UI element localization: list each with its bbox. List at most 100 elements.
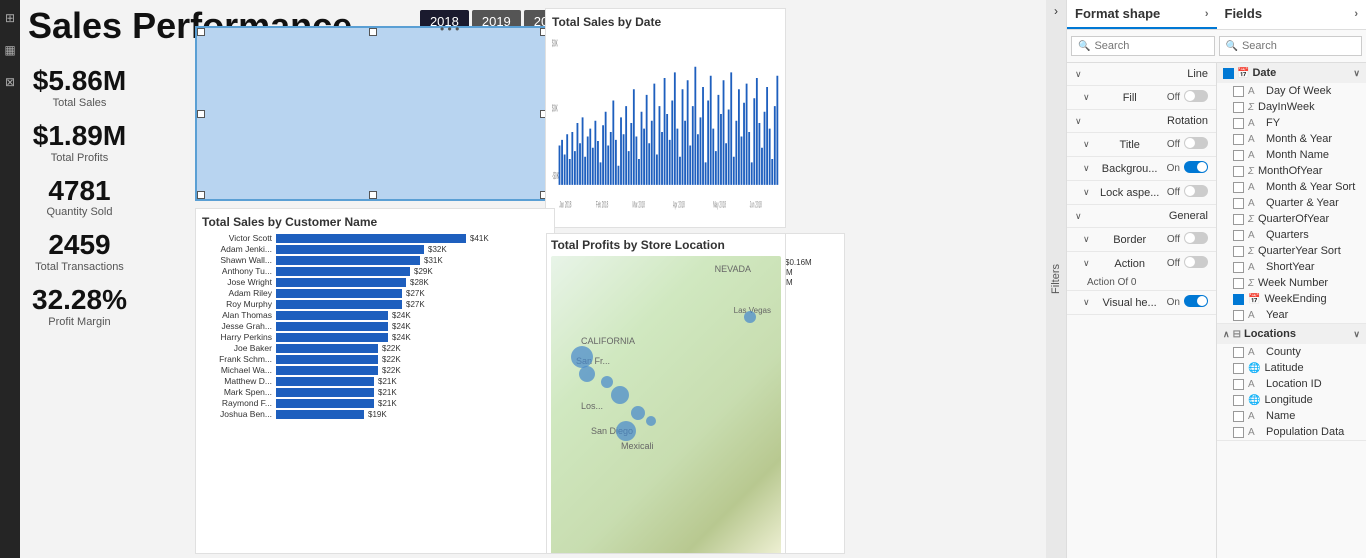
filters-panel[interactable]: › Filters <box>1046 0 1066 558</box>
field-county[interactable]: A County <box>1217 344 1366 360</box>
field-monthofyear[interactable]: Σ MonthOfYear <box>1217 163 1366 179</box>
format-section-rotation-header[interactable]: ∨ Rotation <box>1067 110 1216 132</box>
latitude-checkbox[interactable] <box>1233 363 1244 374</box>
field-quarters[interactable]: A Quarters <box>1217 227 1366 243</box>
format-search-input[interactable] <box>1094 40 1184 52</box>
dayinweek-checkbox[interactable] <box>1233 102 1244 113</box>
fields-tab[interactable]: Fields › <box>1217 0 1366 29</box>
field-location-id[interactable]: A Location ID <box>1217 376 1366 392</box>
shortyear-checkbox[interactable] <box>1233 262 1244 273</box>
handle-tm[interactable] <box>369 28 377 36</box>
bg-toggle[interactable] <box>1184 161 1208 176</box>
format-shape-tab[interactable]: Format shape › <box>1067 0 1217 29</box>
table-icon[interactable]: ▦ <box>2 42 18 58</box>
handle-bm[interactable] <box>369 191 377 199</box>
field-dayinweek[interactable]: Σ DayInWeek <box>1217 99 1366 115</box>
text-icon-county: A <box>1248 347 1262 358</box>
format-section-general: ∨ General <box>1067 205 1216 228</box>
text-icon-pop: A <box>1248 427 1262 438</box>
data-icon[interactable]: ⊠ <box>2 74 18 90</box>
field-day-of-week[interactable]: A Day Of Week <box>1217 83 1366 99</box>
day-of-week-checkbox[interactable] <box>1233 86 1244 97</box>
handle-bl[interactable] <box>197 191 205 199</box>
chart-map[interactable]: Total Profits by Store Location NEVADA L… <box>546 233 786 554</box>
selected-chart-placeholder[interactable] <box>195 26 550 201</box>
title-toggle[interactable] <box>1184 137 1208 152</box>
fill-toggle[interactable] <box>1184 90 1208 105</box>
quarteryear-sort-checkbox[interactable] <box>1233 246 1244 257</box>
field-section-locations-header[interactable]: ∧ ⊟ Locations ∨ <box>1217 324 1366 344</box>
field-weekending[interactable]: 📅 WeekEnding <box>1217 291 1366 307</box>
action-toggle[interactable] <box>1184 256 1208 271</box>
filters-label[interactable]: Filters <box>1050 264 1062 294</box>
fields-search-input[interactable] <box>1242 40 1332 52</box>
field-year[interactable]: A Year <box>1217 307 1366 323</box>
toggle-bg[interactable]: On <box>1167 161 1208 176</box>
field-quarterofyear[interactable]: Σ QuarterOfYear <box>1217 211 1366 227</box>
customer-name: Roy Murphy <box>202 299 272 309</box>
field-section-locations: ∧ ⊟ Locations ∨ A County 🌐 Latitude <box>1217 324 1366 441</box>
chart-options-dots[interactable]: • • • <box>440 22 459 36</box>
quarters-checkbox[interactable] <box>1233 230 1244 241</box>
lock-toggle[interactable] <box>1184 185 1208 200</box>
toggle-fill[interactable]: Off <box>1167 90 1208 105</box>
field-fy[interactable]: A FY <box>1217 115 1366 131</box>
locations-section-chevron: ∨ <box>1353 329 1360 340</box>
handle-ml[interactable] <box>197 110 205 118</box>
border-toggle[interactable] <box>1184 232 1208 247</box>
toggle-border[interactable]: Off <box>1167 232 1208 247</box>
quarter-year-checkbox[interactable] <box>1233 198 1244 209</box>
chart-total-sales-date[interactable]: Total Sales by Date $0K $0K -$0K Jan 201… <box>545 8 786 228</box>
quarterofyear-checkbox[interactable] <box>1233 214 1244 225</box>
section-general-chevron: ∨ <box>1075 211 1082 222</box>
toggle-visualhe[interactable]: On <box>1167 295 1208 310</box>
month-year-sort-checkbox[interactable] <box>1233 182 1244 193</box>
field-name[interactable]: A Name <box>1217 408 1366 424</box>
field-population-data[interactable]: A Population Data <box>1217 424 1366 440</box>
field-latitude[interactable]: 🌐 Latitude <box>1217 360 1366 376</box>
home-icon[interactable]: ⊞ <box>2 10 18 26</box>
field-month-year-sort[interactable]: A Month & Year Sort <box>1217 179 1366 195</box>
filters-chevron[interactable]: › <box>1054 4 1058 18</box>
right-panel-header: Format shape › Fields › <box>1067 0 1366 30</box>
field-longitude[interactable]: 🌐 Longitude <box>1217 392 1366 408</box>
field-month-name[interactable]: A Month Name <box>1217 147 1366 163</box>
field-shortyear[interactable]: A ShortYear <box>1217 259 1366 275</box>
county-checkbox[interactable] <box>1233 347 1244 358</box>
field-quarteryear-sort[interactable]: Σ QuarterYear Sort <box>1217 243 1366 259</box>
weekending-calendar-icon: 📅 <box>1248 294 1260 305</box>
year-checkbox[interactable] <box>1233 310 1244 321</box>
toggle-action[interactable]: Off <box>1167 256 1208 271</box>
field-quarterofyear-label: QuarterOfYear <box>1258 213 1329 225</box>
handle-tl[interactable] <box>197 28 205 36</box>
field-section-date-header[interactable]: 📅 Date ∨ <box>1217 63 1366 83</box>
format-search-box[interactable]: 🔍 <box>1071 36 1215 56</box>
toggle-lock[interactable]: Off <box>1167 185 1208 200</box>
date-checkbox[interactable] <box>1223 68 1234 79</box>
week-number-checkbox[interactable] <box>1233 278 1244 289</box>
field-county-label: County <box>1266 346 1301 358</box>
format-border-row: ∨ Border Off <box>1067 228 1216 251</box>
month-year-checkbox[interactable] <box>1233 134 1244 145</box>
section-fill-chevron: ∨ <box>1083 92 1090 103</box>
field-quarters-label: Quarters <box>1266 229 1309 241</box>
month-name-checkbox[interactable] <box>1233 150 1244 161</box>
weekending-checkbox[interactable] <box>1233 294 1244 305</box>
toggle-title[interactable]: Off <box>1167 137 1208 152</box>
field-quarter-year[interactable]: A Quarter & Year <box>1217 195 1366 211</box>
location-id-checkbox[interactable] <box>1233 379 1244 390</box>
longitude-checkbox[interactable] <box>1233 395 1244 406</box>
field-month-year[interactable]: A Month & Year <box>1217 131 1366 147</box>
monthofyear-checkbox[interactable] <box>1233 166 1244 177</box>
fields-search-box[interactable]: 🔍 <box>1219 36 1363 56</box>
chart-customer[interactable]: Total Sales by Customer Name Victor Scot… <box>195 208 555 554</box>
map-dot <box>579 366 595 382</box>
svg-text:Apr 2018: Apr 2018 <box>673 201 685 210</box>
name-checkbox[interactable] <box>1233 411 1244 422</box>
fy-checkbox[interactable] <box>1233 118 1244 129</box>
population-data-checkbox[interactable] <box>1233 427 1244 438</box>
visualhe-toggle[interactable] <box>1184 295 1208 310</box>
field-week-number[interactable]: Σ Week Number <box>1217 275 1366 291</box>
format-section-line-header[interactable]: ∨ Line <box>1067 63 1216 85</box>
format-section-general-header[interactable]: ∨ General <box>1067 205 1216 227</box>
